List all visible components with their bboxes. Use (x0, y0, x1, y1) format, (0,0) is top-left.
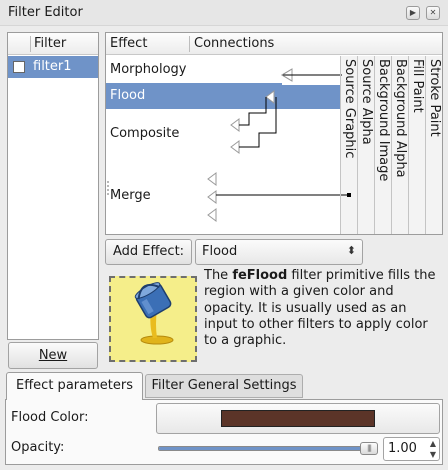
arrow-right-icon: ▶ (409, 8, 417, 17)
input-stroke-paint[interactable]: Stroke Paint (426, 59, 443, 137)
effect-item-morphology[interactable]: Morphology (110, 62, 186, 77)
input-background-image[interactable]: Background Image (375, 59, 392, 181)
flood-color-label: Flood Color: (11, 410, 89, 425)
collapse-button[interactable]: ▶ (406, 6, 420, 20)
updown-arrow-icon: ⬍ (346, 244, 356, 257)
filter-name[interactable]: filter1 (33, 59, 72, 74)
filter-checkbox[interactable] (13, 61, 25, 73)
window-title: Filter Editor (8, 5, 83, 20)
spin-arrows-icon[interactable]: ▲ ▼ (430, 438, 436, 460)
opacity-slider-fill (159, 447, 377, 450)
filter-list-header[interactable]: Filter (8, 33, 98, 55)
opacity-slider-handle[interactable]: ||| (360, 442, 378, 455)
effect-item-flood[interactable]: Flood (110, 88, 145, 103)
new-filter-button[interactable]: New (8, 342, 98, 369)
effect-item-merge[interactable]: Merge (110, 188, 151, 203)
effect-type-select[interactable]: Flood ⬍ (195, 239, 363, 265)
flood-color-button[interactable] (156, 403, 440, 434)
input-background-alpha[interactable]: Background Alpha (392, 59, 409, 178)
primitive-name: feFlood (232, 268, 288, 283)
pane-resize-handle[interactable] (107, 181, 109, 195)
tab-effect-parameters[interactable]: Effect parameters (6, 372, 143, 400)
effect-item-composite[interactable]: Composite (110, 126, 179, 141)
effect-list: Effect Connections Morphology Flood Comp… (105, 32, 443, 235)
filter-row[interactable]: filter1 (8, 56, 98, 78)
flood-color-swatch (221, 410, 375, 427)
opacity-value[interactable]: 1.00 (388, 441, 417, 456)
opacity-label: Opacity: (11, 440, 65, 455)
filter-list: Filter filter1 (7, 32, 99, 340)
effect-description: The feFlood filter primitive fills the r… (204, 268, 436, 349)
input-fill-paint[interactable]: Fill Paint (409, 59, 426, 113)
effect-type-value: Flood (202, 244, 238, 259)
add-effect-button[interactable]: Add Effect: (105, 239, 192, 265)
input-source-alpha[interactable]: Source Alpha (358, 59, 375, 145)
new-button-label: New (38, 348, 68, 363)
flood-effect-icon (109, 276, 197, 362)
opacity-spinbox[interactable]: 1.00 ▲ ▼ (383, 437, 440, 461)
header-divider (30, 36, 31, 52)
paint-bucket-icon (134, 282, 174, 345)
close-button[interactable]: ✕ (426, 6, 440, 20)
close-icon: ✕ (429, 8, 437, 17)
filter-column-header[interactable]: Filter (34, 36, 66, 51)
tab-filter-general-settings[interactable]: Filter General Settings (145, 374, 303, 398)
opacity-slider[interactable] (158, 446, 378, 451)
input-source-graphic[interactable]: Source Graphic (341, 59, 358, 158)
